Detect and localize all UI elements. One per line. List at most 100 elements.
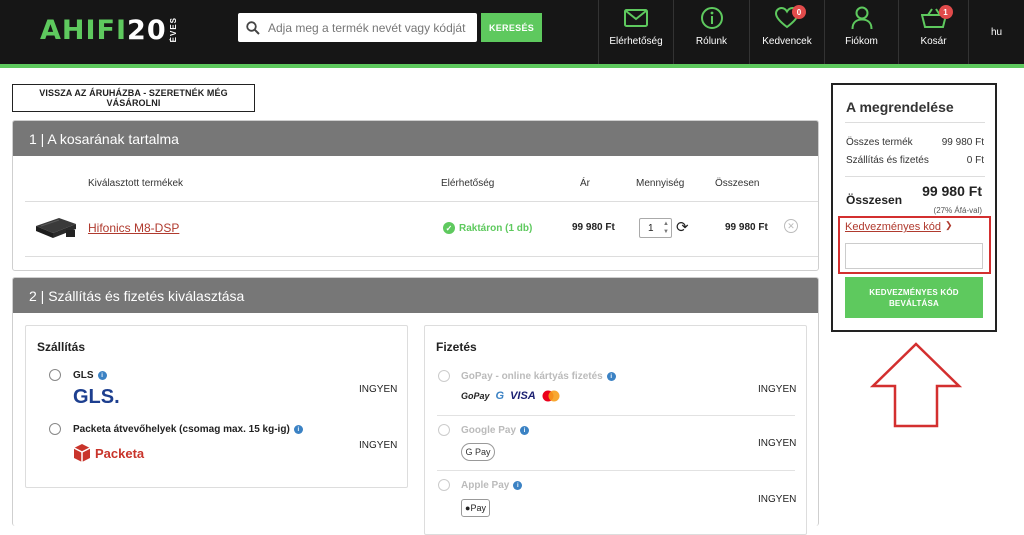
shipping-radio-packeta[interactable] xyxy=(49,423,61,435)
table-divider xyxy=(25,201,818,202)
logo-main: AHIFI xyxy=(40,14,128,46)
nav-contact[interactable]: Elérhetőség xyxy=(598,0,673,64)
shipping-title: Szállítás xyxy=(37,340,86,354)
packeta-logo-text: Packeta xyxy=(95,445,145,461)
search-input[interactable] xyxy=(268,20,468,35)
chevron-down-icon[interactable]: ❯ xyxy=(945,220,953,231)
payment-radio-gopay[interactable] xyxy=(438,370,450,382)
coupon-code-input[interactable] xyxy=(845,243,983,269)
line-total: 99 980 Ft xyxy=(725,222,768,233)
summary-row-label: Szállítás és fizetés xyxy=(846,155,929,166)
payment-option-gopay[interactable]: GoPay - online kártyás fizetés i xyxy=(461,371,616,382)
payment-price: INGYEN xyxy=(758,438,797,449)
shipping-option-gls[interactable]: GLS i xyxy=(73,370,107,381)
payment-option-label: Apple Pay xyxy=(461,480,510,491)
nav-cart-label: Kosár xyxy=(920,36,947,47)
info-icon[interactable]: i xyxy=(606,372,616,381)
unit-price: 99 980 Ft xyxy=(572,222,615,233)
redeem-coupon-button[interactable]: KEDVEZMÉNYES KÓD BEVÁLTÁSA xyxy=(845,277,983,318)
payment-option-applepay[interactable]: Apple Pay i xyxy=(461,480,523,491)
logo[interactable]: AHIFI20 ÉVES xyxy=(40,12,178,48)
apple-pay-logo-text: Pay xyxy=(470,503,486,513)
cart-panel-title: 1 | A kosarának tartalma xyxy=(13,121,818,156)
summary-row-label: Összes termék xyxy=(846,137,913,148)
nav-about[interactable]: Rólunk xyxy=(673,0,749,64)
refresh-icon[interactable]: ⟳ xyxy=(676,218,689,236)
payment-price: INGYEN xyxy=(758,494,797,505)
shipping-option-packeta[interactable]: Packeta átvevőhelyek (csomag max. 15 kg-… xyxy=(73,424,303,435)
shipping-option-label: GLS xyxy=(73,370,94,381)
column-header-availability: Elérhetőség xyxy=(441,178,495,189)
shipping-price: INGYEN xyxy=(359,440,398,451)
packeta-logo: Packeta xyxy=(73,443,144,463)
nav-cart[interactable]: 1 Kosár xyxy=(898,0,968,64)
user-icon xyxy=(849,6,875,30)
payment-option-label: Google Pay xyxy=(461,425,517,436)
table-divider xyxy=(25,256,818,257)
payment-radio-applepay[interactable] xyxy=(438,479,450,491)
nav-favorites-label: Kedvencek xyxy=(762,36,812,47)
packeta-box-icon xyxy=(73,444,91,462)
back-to-shop-button[interactable]: VISSZA AZ ÁRUHÁZBA - SZERETNÉK MÉG VÁSÁR… xyxy=(12,84,255,112)
payment-box: Fizetés GoPay - online kártyás fizetés i… xyxy=(424,325,807,535)
header-accent-line xyxy=(0,64,1024,68)
coupon-code-link[interactable]: Kedvezményes kód xyxy=(845,221,941,233)
favorites-badge: 0 xyxy=(792,5,806,19)
info-icon xyxy=(699,6,725,30)
payment-title: Fizetés xyxy=(436,340,477,354)
product-name-link[interactable]: Hifonics M8-DSP xyxy=(88,221,179,235)
cart-badge: 1 xyxy=(938,5,953,19)
logo-subtitle: ÉVES xyxy=(168,17,178,43)
check-icon: ✓ xyxy=(443,222,455,234)
language-selector[interactable]: hu xyxy=(968,0,1024,64)
quantity-value: 1 xyxy=(648,222,654,234)
summary-row-value: 99 980 Ft xyxy=(941,137,984,148)
option-divider xyxy=(437,415,795,416)
payment-radio-googlepay[interactable] xyxy=(438,424,450,436)
summary-row-shipping: Szállítás és fizetés 0 Ft xyxy=(846,155,984,166)
gopay-g-icon: G xyxy=(495,390,505,402)
logo-number: 20 xyxy=(127,14,167,46)
nav-account-label: Fiókom xyxy=(845,36,878,47)
nav-contact-label: Elérhetőség xyxy=(609,36,663,47)
search-box xyxy=(238,13,477,42)
shipping-radio-gls[interactable] xyxy=(49,369,61,381)
summary-title: A megrendelése xyxy=(846,99,954,115)
column-header-products: Kiválasztott termékek xyxy=(88,178,184,189)
mail-icon xyxy=(623,6,649,30)
search-button[interactable]: KERESÉS xyxy=(481,13,542,42)
summary-row-products: Összes termék 99 980 Ft xyxy=(846,137,984,148)
shipping-box: Szállítás GLS i GLS. INGYEN Packeta átve… xyxy=(25,325,408,488)
gls-logo: GLS. xyxy=(73,386,120,408)
column-header-price: Ár xyxy=(580,178,590,189)
nav-about-label: Rólunk xyxy=(695,36,728,47)
total-value: 99 980 Ft xyxy=(922,183,982,199)
nav-account[interactable]: Fiókom xyxy=(824,0,898,64)
vat-note: (27% Áfá-val) xyxy=(933,206,982,215)
apple-pay-logo: ● Pay xyxy=(461,499,490,517)
availability-text: Raktáron (1 db) xyxy=(459,222,533,234)
shipping-payment-panel: 2 | Szállítás és fizetés kiválasztása Sz… xyxy=(12,277,819,535)
option-divider xyxy=(437,470,795,471)
nav-favorites[interactable]: 0 Kedvencek xyxy=(749,0,824,64)
summary-divider xyxy=(845,176,985,177)
total-label: Összesen xyxy=(846,193,903,207)
payment-option-googlepay[interactable]: Google Pay i xyxy=(461,425,530,436)
product-image[interactable] xyxy=(33,212,79,242)
remove-item-icon[interactable]: ✕ xyxy=(784,219,798,233)
search-icon xyxy=(238,13,268,42)
mastercard-icon xyxy=(542,390,560,402)
info-icon[interactable]: i xyxy=(520,426,530,435)
info-icon[interactable]: i xyxy=(513,481,523,490)
quantity-stepper[interactable]: 1 ▲ ▼ xyxy=(639,218,672,238)
info-icon[interactable]: i xyxy=(293,425,303,434)
google-pay-logo: G Pay xyxy=(461,443,495,461)
shipping-price: INGYEN xyxy=(359,384,398,395)
info-icon[interactable]: i xyxy=(97,371,107,380)
basket-icon: 1 xyxy=(920,5,953,30)
availability-status: ✓ Raktáron (1 db) xyxy=(443,222,532,234)
gopay-logos: GoPay G VISA xyxy=(461,390,560,402)
heart-icon: 0 xyxy=(774,5,806,30)
stepper-arrows-icon[interactable]: ▲ ▼ xyxy=(663,220,669,236)
column-header-total: Összesen xyxy=(715,178,760,189)
